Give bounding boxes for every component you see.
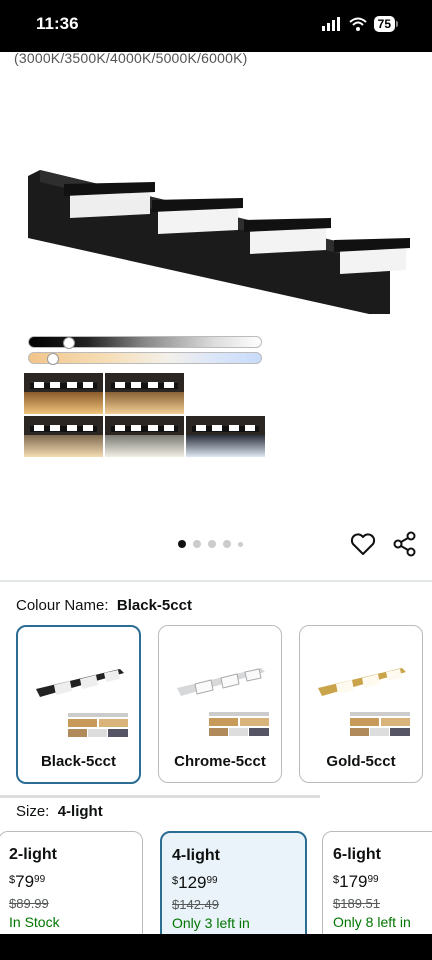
size-option-price: $17999 [333, 872, 379, 892]
price-currency: $ [9, 874, 16, 886]
size-scroll-indicator [0, 795, 320, 798]
colour-label: Colour Name: Black-5cct [16, 597, 192, 614]
variant-name: Chrome-5cct [174, 753, 266, 770]
share-icon[interactable] [391, 530, 419, 558]
carousel-dot[interactable] [238, 541, 243, 547]
size-option-stock: In Stock [9, 914, 60, 930]
price-fraction: 99 [34, 874, 46, 885]
carousel-dot[interactable] [208, 540, 216, 548]
variant-name: Gold-5cct [326, 753, 396, 770]
size-selected-value: 4-light [57, 803, 103, 820]
size-option-was-price: $189.51 [333, 896, 380, 911]
scale-knob [47, 353, 59, 365]
variant-name: Black-5cct [40, 753, 117, 770]
carousel-dot[interactable] [178, 540, 186, 548]
size-label-text: Size: [16, 803, 50, 820]
colour-option-black[interactable]: Black-5cct [16, 625, 141, 784]
colour-option-chrome[interactable]: Chrome-5cct [158, 625, 282, 783]
price-whole: 179 [339, 872, 368, 891]
size-label: Size: 4-light [16, 803, 103, 820]
size-option-was-price: $142.49 [172, 897, 219, 912]
brightness-scale [28, 336, 262, 349]
product-image [28, 170, 410, 314]
product-image-gallery[interactable] [0, 64, 432, 564]
variant-swatch-black [68, 713, 128, 737]
colour-option-gold[interactable]: Gold-5cct [299, 625, 423, 783]
size-option-stock: Only 3 left in [172, 915, 250, 931]
price-currency: $ [333, 874, 340, 886]
size-option-price: $12999 [172, 873, 218, 893]
preview-warm [24, 373, 103, 414]
size-option-was-price: $89.99 [9, 896, 49, 911]
section-divider [0, 580, 432, 582]
color-temperature-scale [28, 352, 262, 365]
signal-icon [321, 17, 340, 31]
price-fraction: 99 [206, 875, 218, 886]
scale-knob [63, 337, 75, 349]
size-option-stock: Only 8 left in [333, 914, 411, 930]
price-whole: 79 [15, 872, 35, 891]
price-currency: $ [172, 875, 179, 887]
preview-warm-2 [105, 373, 184, 414]
wifi-icon [348, 17, 367, 31]
colour-label-text: Colour Name: [16, 597, 109, 614]
size-option-name: 2-light [9, 846, 57, 863]
size-option-price: $7999 [9, 872, 45, 892]
preview-cool [105, 416, 184, 457]
variant-image-gold [318, 668, 406, 696]
battery-tip [396, 21, 398, 27]
variant-image-chrome [177, 668, 265, 696]
carousel-dot[interactable] [193, 540, 201, 548]
colour-selected-value: Black-5cct [116, 597, 192, 614]
price-fraction: 99 [367, 874, 379, 885]
heart-icon[interactable] [349, 530, 377, 558]
preview-neutral [24, 416, 103, 457]
size-option-name: 4-light [172, 847, 220, 864]
preview-daylight [186, 416, 265, 457]
carousel-dots[interactable] [178, 540, 243, 548]
status-time: 11:36 [36, 14, 79, 33]
bottom-bar [0, 934, 432, 960]
status-bar: 11:36 75 [0, 0, 432, 52]
size-option-name: 6-light [333, 846, 381, 863]
variant-swatch-gold [350, 712, 410, 736]
variant-image-black [36, 669, 124, 697]
status-icons: 75 [321, 16, 398, 32]
battery-icon: 75 [373, 16, 395, 32]
price-whole: 129 [178, 873, 207, 892]
variant-swatch-chrome [209, 712, 269, 736]
carousel-dot[interactable] [223, 540, 231, 548]
